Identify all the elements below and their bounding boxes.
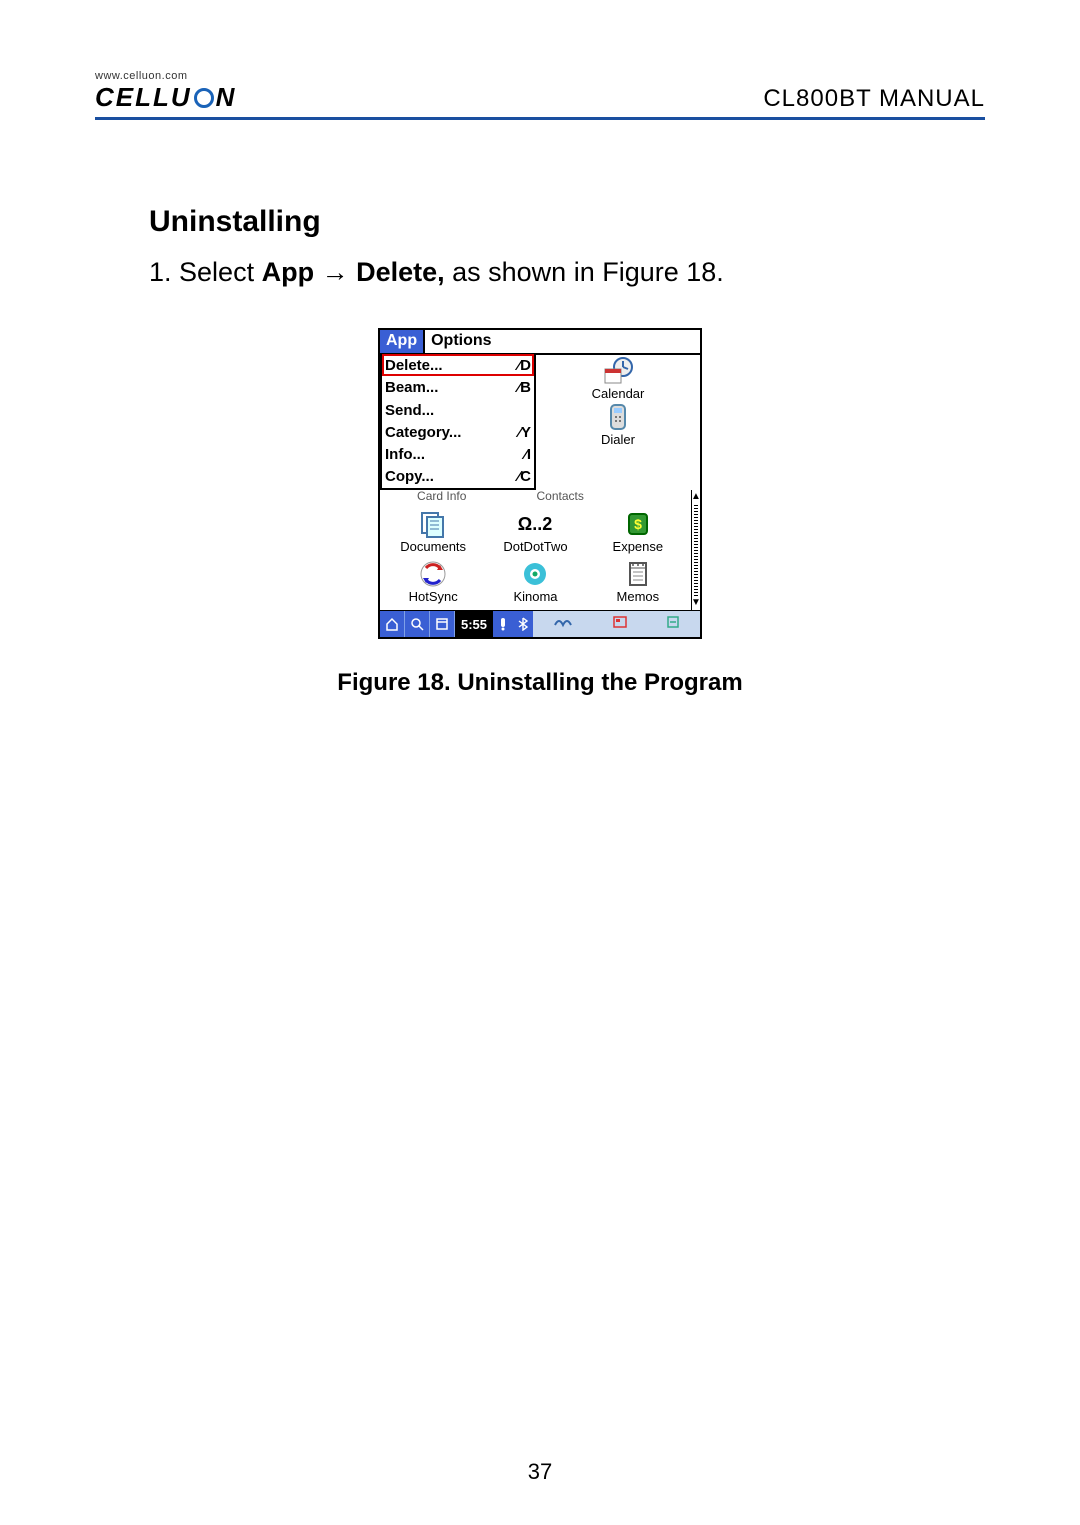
menu-item-shortcut: ⁄Y [518,424,531,441]
menu-item-label: Info... [385,446,425,463]
menu-item-delete[interactable]: Delete... ⁄D [382,354,534,376]
app-label: Kinoma [484,590,586,604]
step-bold-delete: Delete, [349,257,445,287]
app-label: Expense [587,540,689,554]
menu-item-shortcut: ⁄C [518,468,531,485]
brand-o-icon [194,88,214,108]
alert-icon[interactable] [493,617,513,631]
step-post: as shown in Figure 18. [445,257,724,287]
figure-caption: Figure 18. Uninstalling the Program [95,669,985,697]
expense-icon: $ [621,508,655,540]
app-kinoma[interactable]: Kinoma [484,558,586,604]
brand-url: www.celluon.com [95,70,236,82]
menu-item-beam[interactable]: Beam... ⁄B [382,376,534,398]
menu-item-copy[interactable]: Copy... ⁄C [382,465,534,487]
app-label: DotDotTwo [484,540,586,554]
app-dropdown: Delete... ⁄D Beam... ⁄B Send... Category… [380,354,536,490]
cut-label: Card Info [417,490,466,504]
page-number: 37 [0,1459,1080,1485]
menu-item-info[interactable]: Info... ⁄I [382,443,534,465]
cut-off-labels: Card Info Contacts [380,490,691,504]
menu-item-label: Delete... [385,357,443,374]
step-bold-app: App [262,257,322,287]
brand-text-1: CELLU [95,82,192,113]
scrollbar[interactable]: ▲ ▼ [691,490,700,611]
svg-text:Ω..2: Ω..2 [518,514,552,534]
kinoma-icon [518,558,552,590]
menu-item-label: Category... [385,424,461,441]
menu-icon[interactable] [430,617,454,631]
home-icon[interactable] [380,617,404,631]
app-label: Memos [587,590,689,604]
menu-item-label: Copy... [385,468,434,485]
taskbar: 5:55 [380,610,700,637]
menu-bar: App Options [380,330,700,355]
svg-text:$: $ [634,516,642,532]
find-icon[interactable] [405,617,429,631]
app-label: Calendar [536,387,700,401]
section-title: Uninstalling [149,205,985,239]
arrow-icon: → [322,257,349,287]
menu-item-label: Send... [385,402,434,419]
app-expense[interactable]: $ Expense [587,508,689,554]
page-header: www.celluon.com CELLU N CL800BT MANUAL [95,70,985,113]
memos-icon [621,558,655,590]
app-hotsync[interactable]: HotSync [382,558,484,604]
menu-app[interactable]: App [380,330,425,353]
palm-screenshot: App Options Delete... ⁄D Beam... ⁄B Send… [378,328,702,639]
menu-item-label: Beam... [385,379,438,396]
scroll-up-icon[interactable]: ▲ [691,492,701,502]
brand-block: www.celluon.com CELLU N [95,70,236,113]
brand-name: CELLU N [95,82,236,113]
header-rule [95,117,985,120]
signal-icon[interactable] [553,615,573,634]
menu-item-shortcut: ⁄I [524,446,531,463]
app-label: Documents [382,540,484,554]
app-dialer[interactable]: Dialer [536,401,700,447]
calendar-icon [601,355,635,387]
menu-item-shortcut: ⁄B [518,379,531,396]
scroll-track[interactable] [694,504,698,597]
rotate-icon[interactable] [666,615,680,634]
dotdottwo-icon: Ω..2 [518,508,552,540]
card-icon[interactable] [612,615,628,634]
app-calendar[interactable]: Calendar [536,355,700,401]
menu-options[interactable]: Options [425,330,497,353]
app-documents[interactable]: Documents [382,508,484,554]
app-label: Dialer [536,433,700,447]
manual-label: CL800BT MANUAL [763,85,985,113]
menu-item-category[interactable]: Category... ⁄Y [382,421,534,443]
menu-item-shortcut: ⁄D [518,357,531,374]
app-memos[interactable]: Memos [587,558,689,604]
documents-icon [416,508,450,540]
bluetooth-icon[interactable] [513,617,533,631]
right-column: Calendar Dialer [536,355,700,490]
app-label: HotSync [382,590,484,604]
step-pre: Select [179,257,262,287]
menu-item-send[interactable]: Send... [382,399,534,421]
dialer-icon [601,401,635,433]
hotsync-icon [416,558,450,590]
scroll-down-icon[interactable]: ▼ [691,598,701,608]
step-1: 1. Select App → Delete, as shown in Figu… [149,257,985,288]
app-grid: Documents Ω..2 DotDotTwo $ Expense HotSy… [380,504,691,611]
step-number: 1. [149,257,179,287]
cut-label: Contacts [537,490,584,504]
taskbar-clock[interactable]: 5:55 [455,611,493,637]
brand-text-2: N [216,82,237,113]
app-dotdottwo[interactable]: Ω..2 DotDotTwo [484,508,586,554]
